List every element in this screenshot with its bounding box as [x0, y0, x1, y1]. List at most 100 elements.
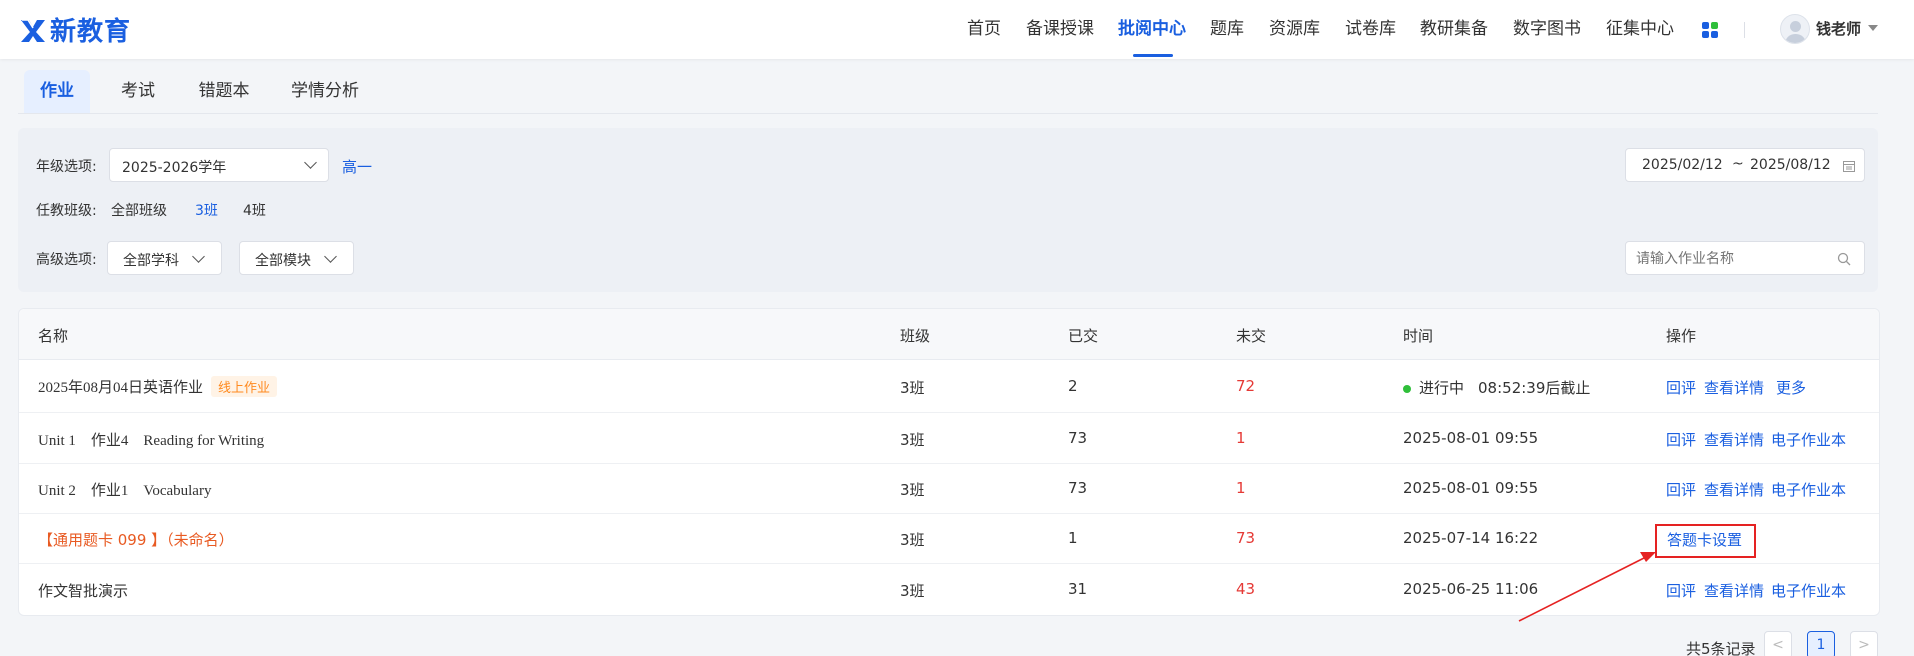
table-row: 作文智批演示 3班 31 43 2025-06-25 11:06 回评 查看详情…	[19, 564, 1879, 616]
homework-search[interactable]	[1625, 241, 1865, 275]
class-label: 任教班级:	[36, 203, 97, 219]
nav-resource-library[interactable]: 资源库	[1269, 0, 1320, 59]
logo-icon	[21, 19, 45, 42]
chevron-down-icon	[192, 250, 205, 263]
chevron-down-icon	[304, 156, 317, 169]
status-text: 进行中	[1419, 379, 1465, 397]
review-link[interactable]: 回评	[1666, 429, 1696, 450]
date-range-picker[interactable]: 2025/02/12 ~ 2025/08/12	[1625, 148, 1865, 182]
unsubmitted-cell: 73	[1236, 529, 1256, 547]
module-select[interactable]: 全部模块	[239, 241, 354, 275]
e-workbook-link[interactable]: 电子作业本	[1771, 429, 1846, 450]
class-option-3[interactable]: 3班	[195, 200, 218, 220]
date-separator: ~	[1732, 156, 1744, 172]
view-details-link[interactable]: 查看详情	[1704, 479, 1764, 500]
class-cell: 3班	[900, 379, 925, 397]
class-option-all[interactable]: 全部班级	[111, 200, 167, 220]
user-name[interactable]: 钱老师	[1816, 18, 1861, 39]
submitted-cell: 73	[1068, 429, 1088, 447]
view-details-link[interactable]: 查看详情	[1704, 377, 1764, 398]
search-icon[interactable]	[1837, 252, 1851, 266]
review-link[interactable]: 回评	[1666, 580, 1696, 601]
top-header: 新教育 首页 备课授课 批阅中心 题库 资源库 试卷库 教研集备 数字图书 征集…	[0, 0, 1914, 59]
subject-select[interactable]: 全部学科	[107, 241, 222, 275]
nav-collection-center[interactable]: 征集中心	[1606, 0, 1674, 59]
online-homework-tag: 线上作业	[211, 376, 278, 397]
unsubmitted-cell: 1	[1236, 479, 1246, 497]
e-workbook-link[interactable]: 电子作业本	[1771, 479, 1846, 500]
grade-label: 年级选项:	[36, 159, 97, 175]
time-cell: 2025-06-25 11:06	[1403, 580, 1539, 598]
nav-teaching-research[interactable]: 教研集备	[1420, 0, 1488, 59]
class-cell: 3班	[900, 431, 925, 449]
homework-name[interactable]: 【通用题卡 099 】（未命名）	[38, 529, 234, 550]
time-cell: 2025-08-01 09:55	[1403, 479, 1539, 497]
col-actions: 操作	[1666, 327, 1697, 345]
annotation-highlight-box	[1655, 524, 1756, 558]
logo-text: 新教育	[50, 16, 132, 47]
prev-page-button[interactable]: <	[1764, 631, 1792, 656]
submitted-cell: 2	[1068, 377, 1078, 395]
total-records: 共5条记录	[1686, 640, 1756, 656]
nav-home[interactable]: 首页	[967, 0, 1001, 59]
homework-name[interactable]: 作文智批演示	[38, 580, 128, 601]
time-cell: 进行中 08:52:39后截止	[1403, 377, 1590, 398]
chevron-down-icon	[324, 250, 337, 263]
table-row: 【通用题卡 099 】（未命名） 3班 1 73 2025-07-14 16:2…	[19, 514, 1879, 564]
table-row: Unit 2 作业1 Vocabulary 3班 73 1 2025-08-01…	[19, 464, 1879, 514]
col-name: 名称	[38, 327, 69, 345]
tab-homework[interactable]: 作业	[24, 70, 90, 113]
header-divider	[1744, 22, 1745, 38]
tab-exam[interactable]: 考试	[116, 70, 160, 113]
homework-table: 名称 班级 已交 未交 时间 操作 2025年08月04日英语作业 线上作业 3班…	[18, 308, 1880, 616]
submitted-cell: 1	[1068, 529, 1078, 547]
nav-digital-books[interactable]: 数字图书	[1513, 0, 1581, 59]
nav-active-indicator	[1133, 54, 1173, 57]
submitted-cell: 31	[1068, 580, 1088, 598]
avatar[interactable]	[1780, 14, 1810, 44]
time-cell: 2025-07-14 16:22	[1403, 529, 1539, 547]
class-cell: 3班	[900, 531, 925, 549]
more-link[interactable]: 更多	[1776, 377, 1806, 398]
search-input[interactable]	[1636, 248, 1826, 270]
homework-name[interactable]: Unit 1 作业4 Reading for Writing	[38, 429, 264, 450]
class-cell: 3班	[900, 481, 925, 499]
date-end: 2025/08/12	[1750, 157, 1831, 173]
logo[interactable]: 新教育	[18, 12, 132, 47]
col-time: 时间	[1403, 327, 1434, 345]
table-row: 2025年08月04日英语作业 线上作业 3班 2 72 进行中 08:52:39后…	[19, 361, 1879, 413]
class-option-4[interactable]: 4班	[243, 200, 266, 220]
homework-name[interactable]: Unit 2 作业1 Vocabulary	[38, 479, 211, 500]
nav-question-bank[interactable]: 题库	[1210, 0, 1244, 59]
page-1-button[interactable]: 1	[1807, 631, 1835, 656]
tab-learning-analysis[interactable]: 学情分析	[288, 70, 362, 113]
review-link[interactable]: 回评	[1666, 377, 1696, 398]
e-workbook-link[interactable]: 电子作业本	[1771, 580, 1846, 601]
user-menu-caret-icon[interactable]	[1868, 25, 1878, 31]
advanced-label: 高级选项:	[36, 252, 97, 268]
module-value: 全部模块	[255, 253, 311, 269]
nav-review-center[interactable]: 批阅中心	[1118, 0, 1186, 59]
school-year-value: 2025-2026学年	[122, 160, 227, 176]
sub-tabs: 作业 考试 错题本 学情分析	[18, 70, 1878, 114]
school-year-select[interactable]: 2025-2026学年	[109, 148, 329, 182]
date-start: 2025/02/12	[1642, 157, 1723, 173]
nav-lesson-prep[interactable]: 备课授课	[1026, 0, 1094, 59]
grade-option-senior1[interactable]: 高一	[342, 156, 372, 177]
review-link[interactable]: 回评	[1666, 479, 1696, 500]
unsubmitted-cell: 1	[1236, 429, 1246, 447]
nav-paper-library[interactable]: 试卷库	[1345, 0, 1396, 59]
homework-name[interactable]: 2025年08月04日英语作业 线上作业	[38, 376, 278, 397]
col-unsubmitted: 未交	[1236, 327, 1267, 345]
col-class: 班级	[900, 327, 931, 345]
view-details-link[interactable]: 查看详情	[1704, 429, 1764, 450]
time-cell: 2025-08-01 09:55	[1403, 429, 1539, 447]
apps-grid-icon[interactable]	[1702, 22, 1718, 38]
submitted-cell: 73	[1068, 479, 1088, 497]
unsubmitted-cell: 72	[1236, 377, 1256, 395]
next-page-button[interactable]: >	[1850, 631, 1878, 656]
in-progress-dot	[1403, 384, 1411, 393]
tab-mistake-book[interactable]: 错题本	[196, 70, 252, 113]
view-details-link[interactable]: 查看详情	[1704, 580, 1764, 601]
class-cell: 3班	[900, 582, 925, 600]
